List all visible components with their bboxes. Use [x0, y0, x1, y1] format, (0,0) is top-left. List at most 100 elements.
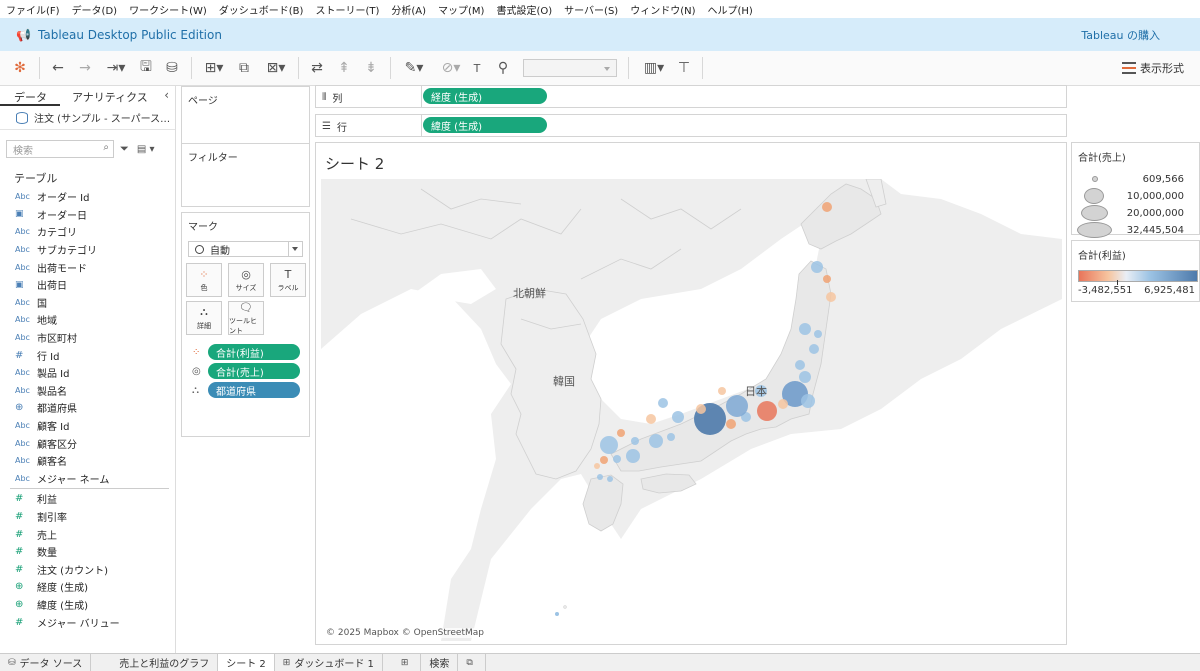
show-cards-icon[interactable]: ▥▾ — [640, 59, 668, 77]
field-item[interactable]: # 行 Id — [0, 346, 175, 364]
menu-story[interactable]: ストーリー(T) — [315, 2, 379, 17]
mark-size-button[interactable]: ◎ サイズ — [228, 263, 264, 297]
menu-data[interactable]: データ(D) — [72, 2, 118, 17]
field-item[interactable]: Abc 出荷モード — [0, 258, 175, 276]
mark-tooltip-button[interactable]: 🗨 ツールヒント — [228, 301, 264, 335]
filter-icon[interactable]: ⏷ — [120, 142, 129, 156]
map-mark[interactable] — [646, 414, 656, 424]
map-mark[interactable] — [726, 419, 736, 429]
map-mark[interactable] — [826, 292, 836, 302]
group-icon[interactable]: ⊘▾ — [437, 59, 465, 77]
menu-format[interactable]: 書式設定(O) — [496, 2, 552, 17]
mark-color-button[interactable]: ⁘ 色 — [186, 263, 222, 297]
highlight-icon[interactable]: ✎▾ — [400, 59, 428, 77]
menu-window[interactable]: ウィンドウ(N) — [630, 2, 695, 17]
mark-detail-button[interactable]: ⛬ 詳細 — [186, 301, 222, 335]
menu-dashboard[interactable]: ダッシュボード(B) — [219, 2, 304, 17]
new-datasource-icon[interactable]: ⛁ — [163, 59, 181, 77]
columns-shelf[interactable]: ⦀ 列 経度 (生成) — [315, 85, 1067, 108]
field-item[interactable]: # 割引率 — [0, 508, 175, 526]
sort-asc-icon[interactable]: ⇞ — [335, 59, 353, 77]
menu-map[interactable]: マップ(M) — [438, 2, 484, 17]
mark-type-dropdown[interactable]: 自動 — [188, 241, 303, 257]
map-mark[interactable] — [626, 449, 640, 463]
pill-prefecture[interactable]: 都道府県 — [208, 382, 300, 398]
field-item[interactable]: Abc 製品 Id — [0, 364, 175, 382]
pill-sales-sum[interactable]: 合計(売上) — [208, 363, 300, 379]
map-mark[interactable] — [823, 275, 831, 283]
map-mark[interactable] — [801, 394, 815, 408]
sort-desc-icon[interactable]: ⇟ — [362, 59, 380, 77]
map-mark[interactable] — [822, 202, 832, 212]
map-mark[interactable] — [667, 433, 675, 441]
field-item[interactable]: # メジャー バリュー — [0, 613, 175, 631]
map-mark[interactable] — [617, 429, 625, 437]
field-item[interactable]: Abc 市区町村 — [0, 329, 175, 347]
field-item[interactable]: ▣ 出荷日 — [0, 276, 175, 294]
size-legend[interactable]: 合計(売上) 609,566 10,000,000 20,000,000 32,… — [1071, 142, 1200, 238]
tableau-logo-icon[interactable]: ✻ — [11, 59, 29, 77]
menu-file[interactable]: ファイル(F) — [6, 2, 60, 17]
new-sheet-button[interactable]: ⊞ — [393, 653, 422, 671]
pages-card[interactable]: ページ — [181, 86, 310, 144]
map-mark[interactable] — [658, 398, 668, 408]
map-mark[interactable] — [757, 401, 777, 421]
map-mark[interactable] — [795, 360, 805, 370]
tab-datasource[interactable]: ⛁ データ ソース — [0, 653, 92, 671]
tab-dashboard-1[interactable]: ⊞ ダッシュボード 1 — [275, 653, 383, 671]
buy-tableau-link[interactable]: Tableau の購入 — [1081, 27, 1160, 43]
fit-dropdown[interactable] — [523, 59, 617, 77]
menu-server[interactable]: サーバー(S) — [564, 2, 618, 17]
field-item[interactable]: Abc カテゴリ — [0, 223, 175, 241]
field-item[interactable]: Abc 顧客名 — [0, 452, 175, 470]
map-mark[interactable] — [799, 371, 811, 383]
field-item[interactable]: # 利益 — [0, 490, 175, 508]
collapse-icon[interactable]: ‹ — [164, 88, 169, 102]
swap-icon[interactable]: ⇄ — [308, 59, 326, 77]
color-legend[interactable]: 合計(利益) -3,482,551 6,925,481 — [1071, 240, 1200, 302]
map-mark[interactable] — [696, 404, 706, 414]
map-mark[interactable] — [600, 456, 608, 464]
map-view[interactable]: 北朝鮮 韓国 日本 © 2025 Mapbox © OpenStreetMap — [321, 179, 1062, 641]
mark-label-button[interactable]: T ラベル — [270, 263, 306, 297]
save-icon[interactable]: 🖫 — [137, 59, 155, 77]
map-mark[interactable] — [649, 434, 663, 448]
tab-sheet-2[interactable]: シート 2 — [218, 653, 275, 671]
tab-sales-profit-chart[interactable]: 売上と利益のグラフ — [111, 653, 219, 671]
map-mark[interactable] — [597, 474, 603, 480]
menu-worksheet[interactable]: ワークシート(W) — [129, 2, 207, 17]
presentation-icon[interactable]: ⊤ — [675, 59, 693, 77]
new-worksheet-icon[interactable]: ⊞▾ — [200, 59, 228, 77]
field-item[interactable]: ▣ オーダー日 — [0, 206, 175, 224]
field-item[interactable]: Abc オーダー Id — [0, 188, 175, 206]
menu-help[interactable]: ヘルプ(H) — [708, 2, 753, 17]
map-mark[interactable] — [718, 387, 726, 395]
pill-latitude[interactable]: 緯度 (生成) — [423, 117, 547, 133]
map-mark[interactable] — [811, 261, 823, 273]
field-item[interactable]: ⊕ 経度 (生成) — [0, 578, 175, 596]
duplicate-sheet-icon[interactable]: ⧉ — [235, 59, 253, 77]
datasource-item[interactable]: 注文 (サンプル - スーパース… — [0, 106, 175, 130]
redo-icon[interactable]: → — [76, 59, 94, 77]
map-mark[interactable] — [594, 463, 600, 469]
field-item[interactable]: # 売上 — [0, 525, 175, 543]
map-mark[interactable] — [809, 344, 819, 354]
map-mark[interactable] — [778, 399, 788, 409]
field-item[interactable]: Abc 製品名 — [0, 382, 175, 400]
map-canvas[interactable] — [321, 179, 1062, 641]
view-options-icon[interactable]: ▤ ▾ — [137, 144, 155, 155]
undo-icon[interactable]: ← — [49, 59, 67, 77]
search-input[interactable]: 検索 ⌕ — [6, 140, 114, 158]
rows-shelf[interactable]: ☰ 行 緯度 (生成) — [315, 114, 1067, 137]
field-item[interactable]: Abc メジャー ネーム — [0, 470, 175, 488]
map-mark[interactable] — [600, 436, 618, 454]
field-item[interactable]: Abc 顧客 Id — [0, 417, 175, 435]
clear-sheet-icon[interactable]: ⊠▾ — [262, 59, 290, 77]
show-me-button[interactable]: 表示形式 — [1122, 60, 1184, 76]
map-mark[interactable] — [799, 323, 811, 335]
map-mark[interactable] — [672, 411, 684, 423]
field-item[interactable]: # 注文 (カウント) — [0, 560, 175, 578]
field-item[interactable]: ⊕ 緯度 (生成) — [0, 596, 175, 614]
pin-icon[interactable]: ⚲ — [494, 59, 512, 77]
field-item[interactable]: Abc 地域 — [0, 311, 175, 329]
